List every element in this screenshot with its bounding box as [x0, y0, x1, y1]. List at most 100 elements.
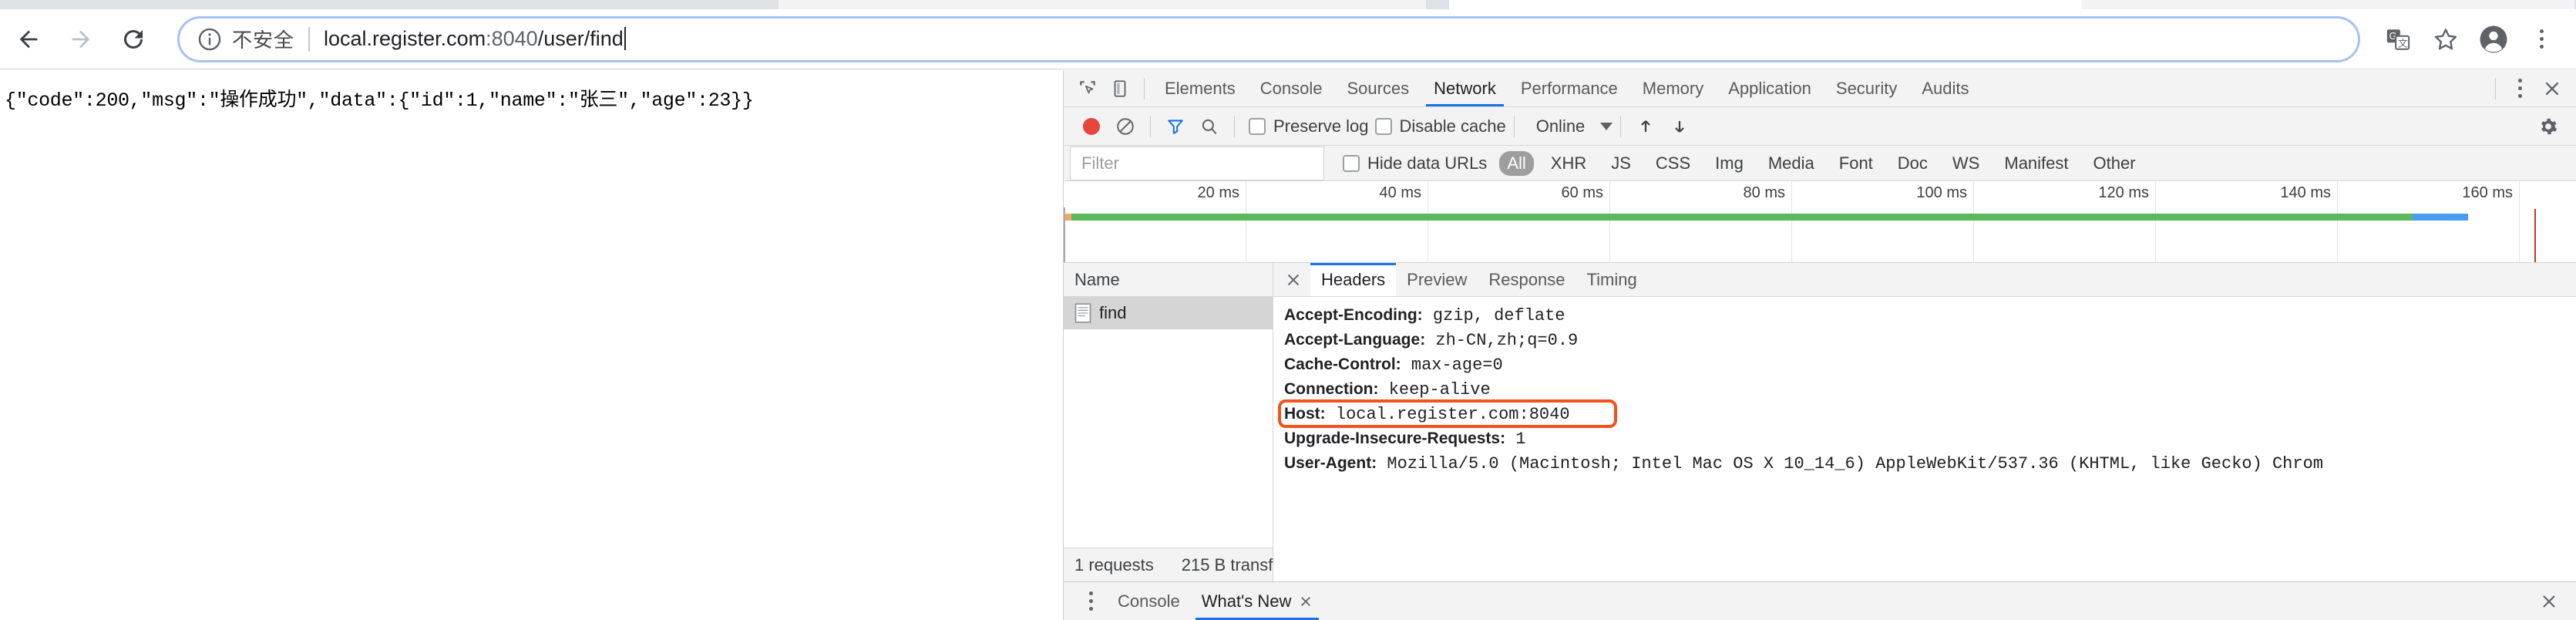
tab-network[interactable]: Network: [1421, 71, 1508, 106]
header-value: zh-CN,zh;q=0.9: [1435, 331, 1579, 350]
filter-placeholder: Filter: [1081, 153, 1119, 173]
header-name: Upgrade-Insecure-Requests:: [1284, 430, 1506, 447]
throttling-dropdown[interactable]: Online: [1536, 116, 1613, 136]
detail-tab-timing[interactable]: Timing: [1576, 263, 1647, 296]
clear-button[interactable]: [1108, 110, 1142, 143]
network-main-area: Name find 1 requests 215 B transferred H…: [1064, 263, 2576, 581]
toolbar-divider: [1234, 115, 1235, 137]
json-response-text: {"code":200,"msg":"操作成功","data":{"id":1,…: [5, 89, 754, 112]
security-label[interactable]: 不安全: [232, 25, 294, 53]
header-row: Connection: keep-alive: [1284, 377, 2576, 402]
detail-tab-response[interactable]: Response: [1478, 263, 1576, 296]
page-content: {"code":200,"msg":"操作成功","data":{"id":1,…: [0, 70, 1063, 620]
export-har-button[interactable]: [1663, 110, 1697, 143]
toolbar-divider: [1620, 115, 1622, 137]
drawer-tab-label: What's New: [1201, 591, 1292, 611]
type-filter-media[interactable]: Media: [1760, 151, 1822, 176]
network-toolbar: Preserve log Disable cache Online: [1064, 107, 2576, 146]
forward-arrow-icon: [72, 30, 90, 48]
translate-button[interactable]: G 文: [2376, 17, 2420, 62]
three-dot-menu-icon: [2517, 79, 2522, 98]
hide-data-urls-checkbox[interactable]: Hide data URLs: [1343, 153, 1487, 174]
forward-button[interactable]: [57, 15, 105, 63]
type-filter-img[interactable]: Img: [1707, 151, 1751, 176]
chevron-down-icon: [1600, 122, 1613, 130]
type-filter-all[interactable]: All: [1499, 150, 1534, 176]
background-tab[interactable]: [779, 0, 1426, 9]
table-row[interactable]: find: [1064, 297, 1273, 329]
url-path: /user/find: [537, 27, 624, 50]
devtools-menu-button[interactable]: [2504, 73, 2536, 104]
toolbar-divider: [1513, 115, 1515, 137]
detail-tab-headers[interactable]: Headers: [1310, 263, 1397, 296]
type-filter-js[interactable]: JS: [1603, 151, 1639, 176]
type-filter-doc[interactable]: Doc: [1890, 151, 1935, 176]
drawer-tab-whats-new[interactable]: What's New: [1191, 582, 1324, 620]
search-button[interactable]: [1192, 110, 1226, 143]
info-circle-icon[interactable]: [197, 26, 223, 52]
device-toolbar-icon: [1114, 79, 1126, 97]
tab-memory[interactable]: Memory: [1630, 71, 1716, 106]
import-har-button[interactable]: [1629, 110, 1663, 143]
browser-menu-button[interactable]: [2519, 17, 2564, 62]
tab-security[interactable]: Security: [1824, 71, 1909, 106]
filter-input[interactable]: Filter: [1070, 146, 1324, 180]
network-overview-timeline[interactable]: 20 ms 40 ms 60 ms 80 ms 100 ms 120 ms 14…: [1064, 181, 2576, 263]
filter-button[interactable]: [1159, 110, 1192, 143]
close-icon: [2543, 595, 2555, 608]
timeline-tick: 100 ms: [1916, 184, 1967, 201]
tab-strip: [0, 0, 2576, 9]
text-caret: [624, 27, 626, 50]
preserve-log-checkbox[interactable]: Preserve log: [1249, 116, 1369, 136]
timeline-tick: 20 ms: [1197, 184, 1239, 201]
detail-tab-preview[interactable]: Preview: [1396, 263, 1478, 296]
tab-elements[interactable]: Elements: [1152, 71, 1248, 106]
header-name: Connection:: [1284, 380, 1379, 398]
close-icon[interactable]: [1299, 595, 1313, 608]
header-value: max-age=0: [1411, 355, 1503, 375]
import-har-icon: [1641, 120, 1651, 132]
device-toolbar-button[interactable]: [1104, 73, 1136, 104]
type-filter-other[interactable]: Other: [2086, 151, 2144, 176]
drawer-close-button[interactable]: [2533, 586, 2565, 617]
preserve-log-label: Preserve log: [1273, 116, 1369, 136]
network-settings-button[interactable]: [2531, 110, 2565, 143]
reload-button[interactable]: [109, 15, 157, 63]
toolbar-right-icons: G 文: [2376, 17, 2576, 62]
tab-audits[interactable]: Audits: [1909, 71, 1981, 106]
detail-close-button[interactable]: [1276, 264, 1310, 296]
toolbar-divider: [1144, 77, 1145, 99]
type-filter-font[interactable]: Font: [1831, 151, 1881, 176]
devtools-close-button[interactable]: [2536, 73, 2568, 104]
column-header-name[interactable]: Name: [1064, 263, 1273, 297]
bookmark-button[interactable]: [2423, 17, 2468, 62]
record-button[interactable]: [1074, 110, 1108, 143]
timeline-bar-download: [2413, 214, 2468, 221]
header-name: User-Agent:: [1284, 454, 1377, 472]
timeline-tick: 120 ms: [2098, 184, 2149, 201]
type-filter-manifest[interactable]: Manifest: [1996, 151, 2076, 176]
header-value: Mozilla/5.0 (Macintosh; Intel Mac OS X 1…: [1387, 454, 2323, 473]
disable-cache-checkbox[interactable]: Disable cache: [1374, 116, 1506, 136]
inspect-element-button[interactable]: [1071, 73, 1104, 104]
tab-console[interactable]: Console: [1248, 71, 1335, 106]
tab-sources[interactable]: Sources: [1334, 71, 1421, 106]
record-button-icon: [1083, 117, 1100, 135]
timeline-tick: 60 ms: [1561, 184, 1603, 201]
type-filter-ws[interactable]: WS: [1945, 151, 1987, 176]
background-tab[interactable]: [2081, 0, 2574, 9]
back-button[interactable]: [5, 15, 52, 63]
timeline-load-marker: [2534, 209, 2536, 262]
url-text[interactable]: local.register.com:8040/user/find: [324, 27, 626, 51]
active-tab[interactable]: [1449, 0, 2081, 9]
tab-application[interactable]: Application: [1716, 71, 1824, 106]
type-filter-xhr[interactable]: XHR: [1543, 151, 1594, 176]
tab-performance[interactable]: Performance: [1508, 71, 1630, 106]
address-bar[interactable]: 不安全 local.register.com:8040/user/find: [177, 15, 2360, 62]
drawer-tab-console[interactable]: Console: [1107, 582, 1191, 620]
header-name: Accept-Encoding:: [1284, 306, 1423, 324]
profile-button[interactable]: [2471, 17, 2516, 62]
type-filter-css[interactable]: CSS: [1648, 151, 1698, 176]
browser-window: 不安全 local.register.com:8040/user/find G …: [0, 0, 2576, 620]
drawer-menu-button[interactable]: [1074, 586, 1107, 617]
